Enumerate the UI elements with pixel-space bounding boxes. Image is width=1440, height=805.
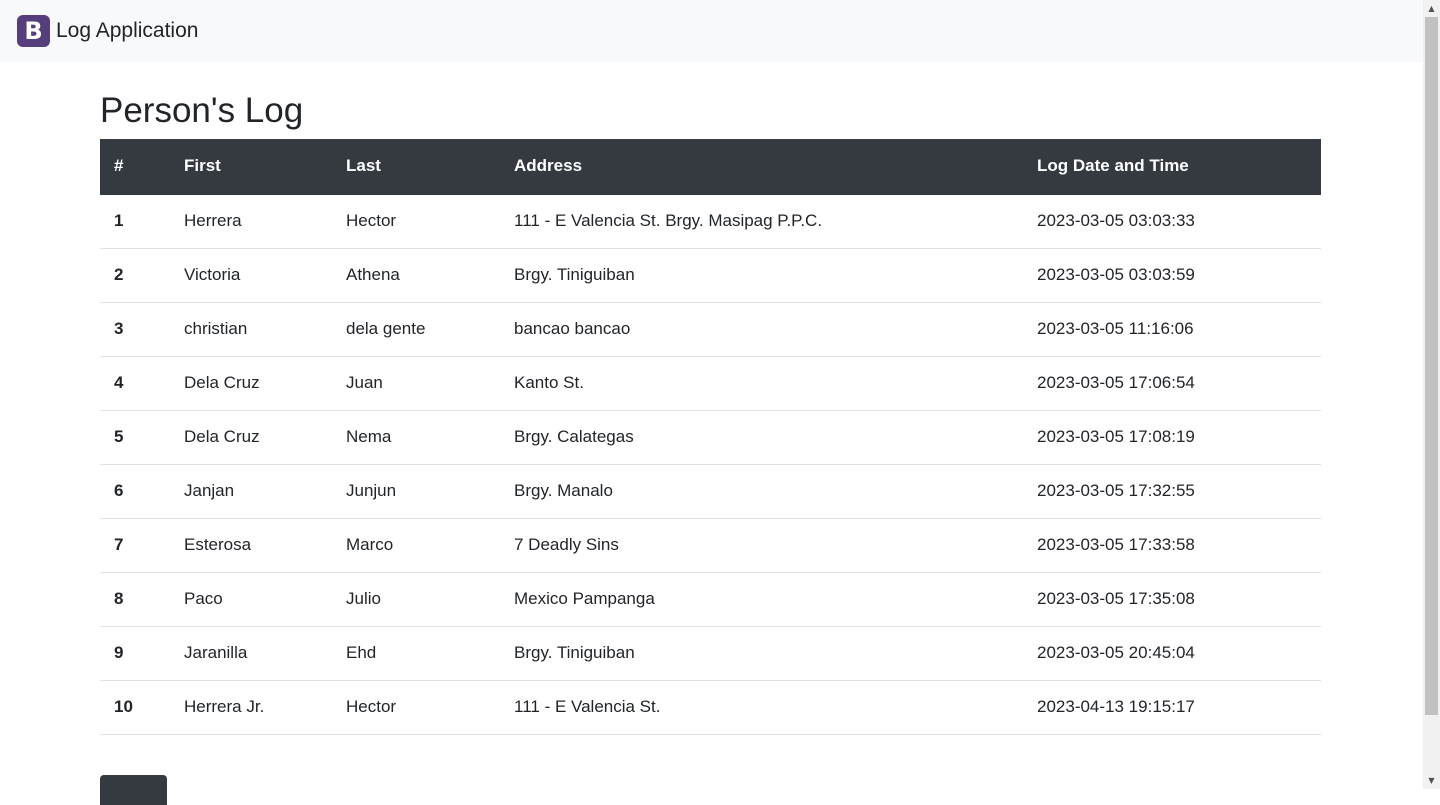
table-row: 7 Esterosa Marco 7 Deadly Sins 2023-03-0… <box>100 518 1321 573</box>
last-name-cell: Julio <box>332 572 500 627</box>
table-row: 6 Janjan Junjun Brgy. Manalo 2023-03-05 … <box>100 464 1321 519</box>
last-name-cell: Junjun <box>332 464 500 519</box>
first-name-cell: Dela Cruz <box>170 410 332 465</box>
row-number: 10 <box>100 680 170 735</box>
table-row: 9 Jaranilla Ehd Brgy. Tiniguiban 2023-03… <box>100 626 1321 681</box>
last-name-cell: dela gente <box>332 302 500 357</box>
address-cell: 111 - E Valencia St. Brgy. Masipag P.P.C… <box>500 194 1023 249</box>
first-name-cell: Herrera <box>170 194 332 249</box>
log-date-time-cell: 2023-03-05 11:16:06 <box>1023 302 1321 357</box>
bootstrap-logo-icon[interactable]: B <box>17 15 50 47</box>
vertical-scrollbar[interactable]: ▲ ▼ <box>1423 0 1440 789</box>
table-row: 1 Herrera Hector 111 - E Valencia St. Br… <box>100 194 1321 249</box>
log-date-time-cell: 2023-03-05 17:08:19 <box>1023 410 1321 465</box>
table-row: 4 Dela Cruz Juan Kanto St. 2023-03-05 17… <box>100 356 1321 411</box>
last-name-cell: Hector <box>332 680 500 735</box>
navbar: B Log Application <box>0 0 1423 62</box>
log-date-time-cell: 2023-03-05 17:32:55 <box>1023 464 1321 519</box>
log-date-time-cell: 2023-03-05 20:45:04 <box>1023 626 1321 681</box>
table-row: 5 Dela Cruz Nema Brgy. Calategas 2023-03… <box>100 410 1321 465</box>
address-cell: Brgy. Tiniguiban <box>500 626 1023 681</box>
last-name-cell: Marco <box>332 518 500 573</box>
address-cell: Brgy. Calategas <box>500 410 1023 465</box>
scroll-down-arrow-icon[interactable]: ▼ <box>1423 772 1440 789</box>
log-date-time-cell: 2023-04-13 19:15:17 <box>1023 680 1321 735</box>
scroll-up-arrow-icon[interactable]: ▲ <box>1423 0 1440 17</box>
header-number: # <box>100 139 170 195</box>
row-number: 2 <box>100 248 170 303</box>
page-title: Person's Log <box>100 91 304 130</box>
row-number: 6 <box>100 464 170 519</box>
scrollbar-thumb[interactable] <box>1425 17 1438 715</box>
address-cell: Brgy. Tiniguiban <box>500 248 1023 303</box>
address-cell: Kanto St. <box>500 356 1023 411</box>
row-number: 1 <box>100 194 170 249</box>
header-log-date-time: Log Date and Time <box>1023 139 1321 195</box>
last-name-cell: Athena <box>332 248 500 303</box>
main-content: Person's Log # First Last Address Log Da… <box>100 88 1321 735</box>
first-name-cell: Jaranilla <box>170 626 332 681</box>
row-number: 3 <box>100 302 170 357</box>
first-name-cell: christian <box>170 302 332 357</box>
bottom-action-button[interactable] <box>100 775 167 805</box>
first-name-cell: Janjan <box>170 464 332 519</box>
row-number: 7 <box>100 518 170 573</box>
first-name-cell: Paco <box>170 572 332 627</box>
header-address: Address <box>500 139 1023 195</box>
app-title[interactable]: Log Application <box>56 19 198 43</box>
table-row: 8 Paco Julio Mexico Pampanga 2023-03-05 … <box>100 572 1321 627</box>
last-name-cell: Hector <box>332 194 500 249</box>
log-date-time-cell: 2023-03-05 03:03:33 <box>1023 194 1321 249</box>
address-cell: Mexico Pampanga <box>500 572 1023 627</box>
row-number: 9 <box>100 626 170 681</box>
table-row: 3 christian dela gente bancao bancao 202… <box>100 302 1321 357</box>
table-row: 2 Victoria Athena Brgy. Tiniguiban 2023-… <box>100 248 1321 303</box>
log-date-time-cell: 2023-03-05 17:06:54 <box>1023 356 1321 411</box>
last-name-cell: Juan <box>332 356 500 411</box>
person-log-table: # First Last Address Log Date and Time 1… <box>100 139 1321 735</box>
header-last: Last <box>332 139 500 195</box>
table-header: # First Last Address Log Date and Time <box>100 139 1321 195</box>
table-row: 10 Herrera Jr. Hector 111 - E Valencia S… <box>100 680 1321 735</box>
table-header-row: # First Last Address Log Date and Time <box>100 139 1321 195</box>
address-cell: 111 - E Valencia St. <box>500 680 1023 735</box>
table-body: 1 Herrera Hector 111 - E Valencia St. Br… <box>100 194 1321 735</box>
first-name-cell: Esterosa <box>170 518 332 573</box>
first-name-cell: Victoria <box>170 248 332 303</box>
log-date-time-cell: 2023-03-05 17:33:58 <box>1023 518 1321 573</box>
row-number: 8 <box>100 572 170 627</box>
address-cell: Brgy. Manalo <box>500 464 1023 519</box>
row-number: 5 <box>100 410 170 465</box>
address-cell: 7 Deadly Sins <box>500 518 1023 573</box>
row-number: 4 <box>100 356 170 411</box>
first-name-cell: Herrera Jr. <box>170 680 332 735</box>
last-name-cell: Ehd <box>332 626 500 681</box>
header-first: First <box>170 139 332 195</box>
log-date-time-cell: 2023-03-05 17:35:08 <box>1023 572 1321 627</box>
log-date-time-cell: 2023-03-05 03:03:59 <box>1023 248 1321 303</box>
last-name-cell: Nema <box>332 410 500 465</box>
first-name-cell: Dela Cruz <box>170 356 332 411</box>
address-cell: bancao bancao <box>500 302 1023 357</box>
